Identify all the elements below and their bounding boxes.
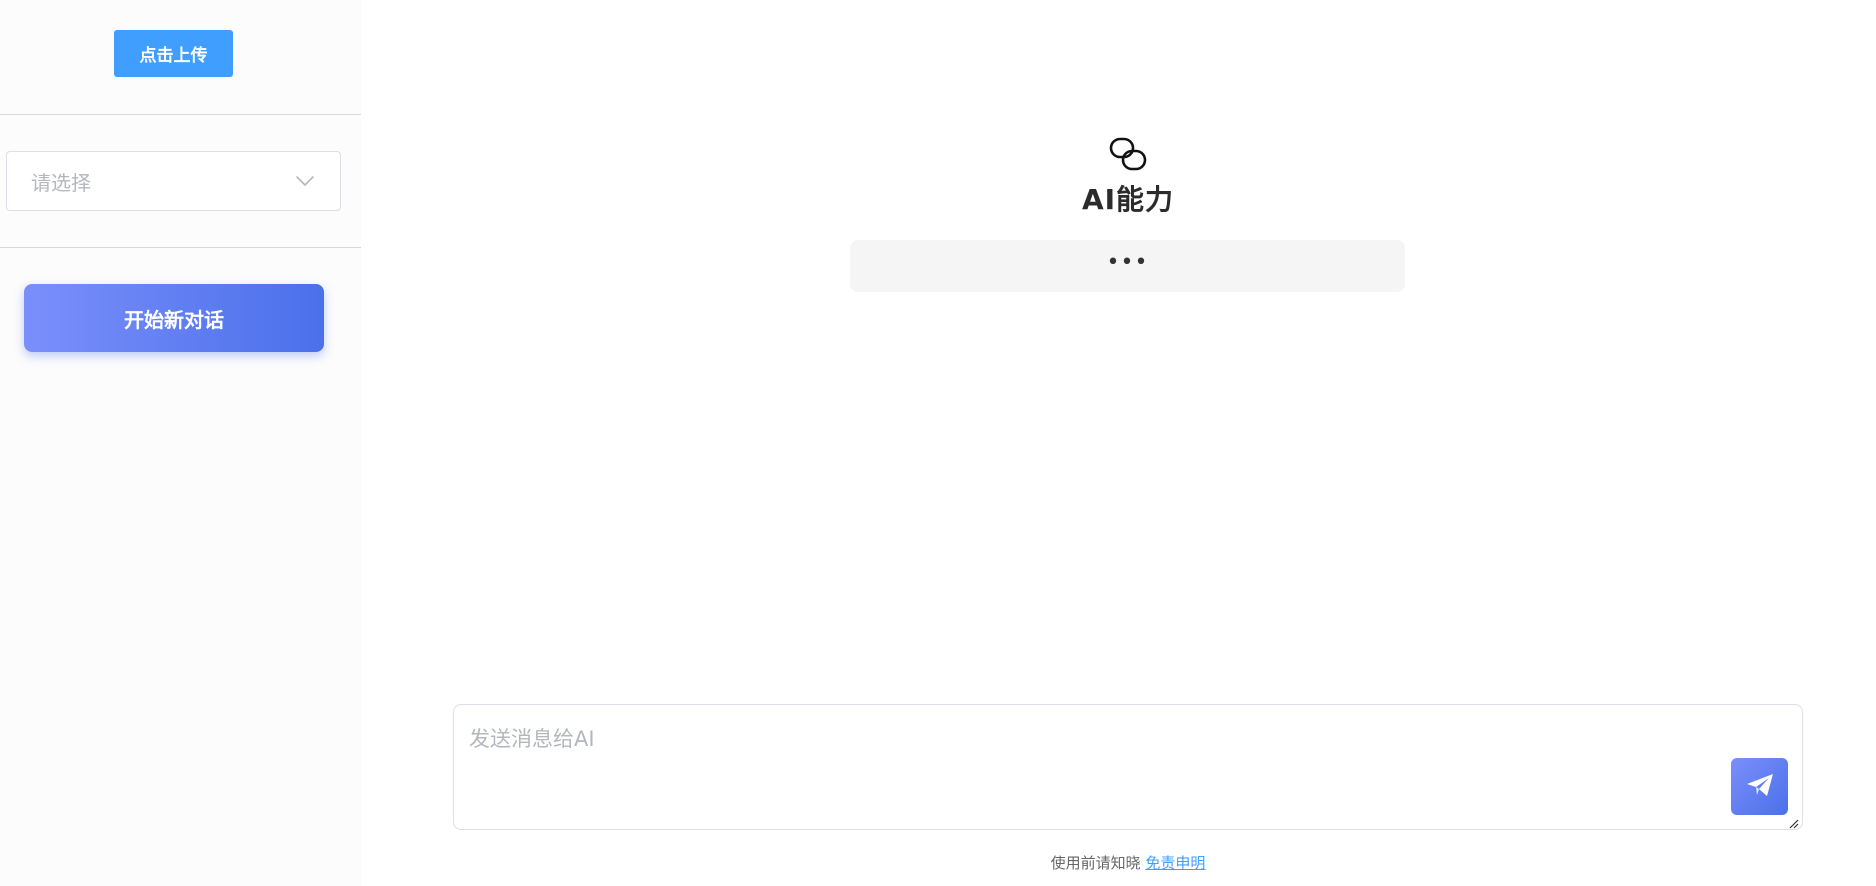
model-select[interactable]: 请选择	[6, 151, 341, 211]
message-input[interactable]	[454, 705, 1802, 829]
sidebar-divider	[0, 114, 361, 115]
sidebar-divider	[0, 247, 361, 248]
app-root: 点击上传 请选择 开始新对话 AI能力 ••• 发送消息给AI 使用前请知晓 免…	[0, 0, 1876, 886]
footer-notice: 使用前请知晓 免责申明	[928, 852, 1328, 873]
upload-button[interactable]: 点击上传	[114, 30, 233, 77]
ability-panel: •••	[850, 240, 1405, 292]
loading-dots: •••	[1106, 250, 1149, 275]
footer-text: 使用前请知晓	[1050, 854, 1141, 872]
chevron-down-icon	[294, 170, 316, 192]
message-composer	[453, 704, 1803, 830]
sidebar: 点击上传 请选择 开始新对话	[0, 0, 361, 886]
linked-chat-icon	[1109, 137, 1147, 171]
new-chat-button[interactable]: 开始新对话	[24, 284, 324, 352]
send-button[interactable]	[1731, 758, 1788, 815]
paper-plane-icon	[1745, 772, 1775, 801]
page-title: AI能力	[1081, 183, 1175, 216]
select-placeholder: 请选择	[31, 170, 91, 195]
disclaimer-link[interactable]: 免责申明	[1145, 854, 1205, 872]
resize-handle-icon[interactable]	[1787, 814, 1799, 829]
